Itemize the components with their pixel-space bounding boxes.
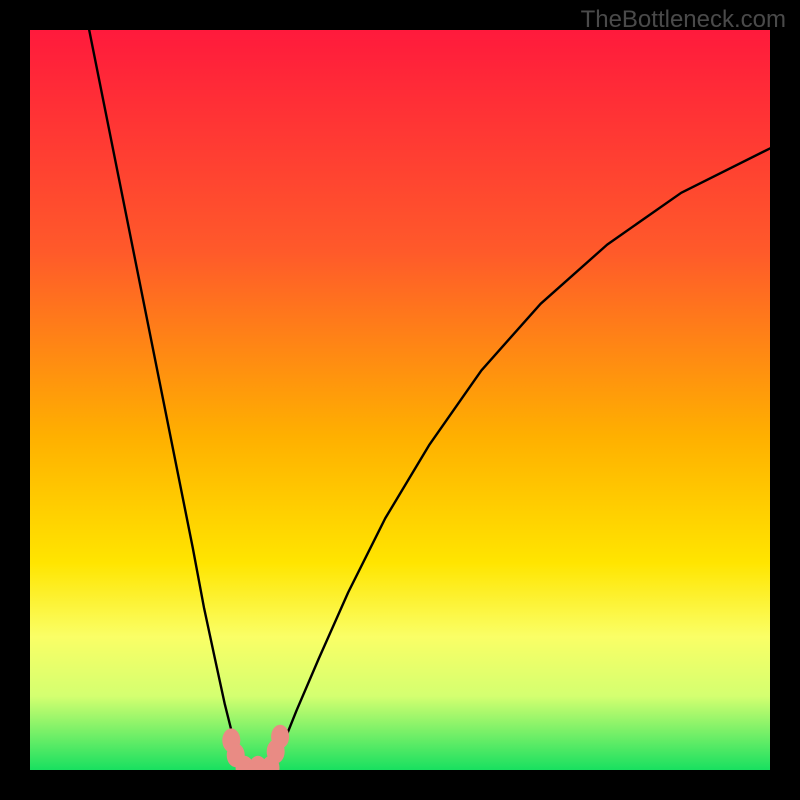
chart-frame: TheBottleneck.com — [0, 0, 800, 800]
watermark-text: TheBottleneck.com — [581, 6, 786, 34]
marker-3 — [271, 725, 289, 749]
chart-svg — [30, 30, 770, 770]
plot-area — [30, 30, 770, 770]
